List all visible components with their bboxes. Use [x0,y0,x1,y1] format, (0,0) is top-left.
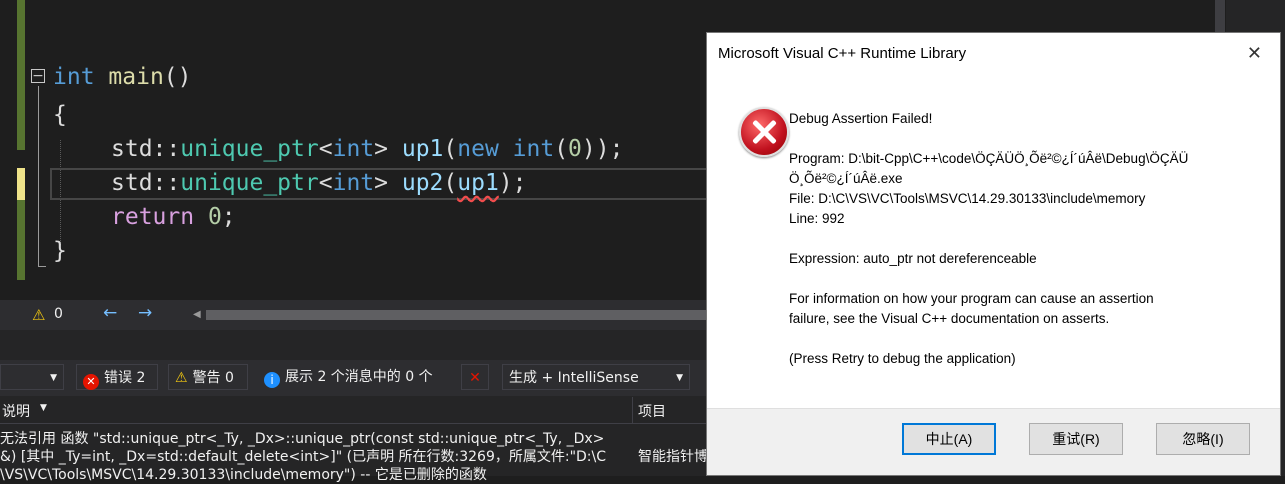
column-project[interactable]: 项目 [638,401,666,421]
keyword: new [457,136,499,162]
code-line-5[interactable]: return 0; [111,200,236,234]
punctuation: ( [554,136,569,162]
punctuation: ; [221,204,236,230]
punctuation: ( [443,136,458,162]
scope-select[interactable]: ▼ [0,364,64,390]
build-source-select[interactable]: 生成 + IntelliSense ▼ [502,364,690,390]
error-row-text[interactable]: 无法引用 函数 "std::unique_ptr<_Ty, _Dx>::uniq… [0,428,604,448]
warning-icon: ⚠ [32,306,46,324]
info-text: For information on how your program can … [789,291,1154,306]
namespace: std:: [111,170,181,196]
chevron-down-icon: ▼ [50,373,57,383]
messages-count-label: 展示 2 个消息中的 0 个 [285,369,433,385]
function-name: main [108,64,164,90]
variable: up1 [401,136,444,162]
build-source-value: 生成 + IntelliSense [509,370,639,386]
error-row-text[interactable]: \VS\VC\Tools\MSVC\14.29.30133\include\me… [0,464,487,484]
number-literal: 0 [568,136,582,162]
filter-clear-icon[interactable]: ✕ [461,364,489,390]
number-literal: 0 [194,204,222,230]
keyword: int [53,64,95,90]
runtime-error-dialog: Microsoft Visual C++ Runtime Library ✕ D… [706,32,1281,476]
keyword: int [332,136,375,162]
punctuation: ( [443,170,458,196]
column-description[interactable]: 说明 [2,401,30,421]
close-icon[interactable]: ✕ [1247,43,1262,64]
warning-count[interactable]: 0 [54,306,63,322]
errors-filter-button[interactable]: ✕ 错误 2 [76,364,158,390]
punctuation: > [374,170,402,196]
brace: } [53,238,67,264]
retry-hint: (Press Retry to debug the application) [789,351,1016,366]
horizontal-scrollbar[interactable] [206,310,706,320]
warnings-filter-button[interactable]: ⚠ 警告 0 [168,364,248,390]
info-text-cont: failure, see the Visual C++ documentatio… [789,311,1110,326]
change-marker-saved [17,0,25,150]
chevron-down-icon: ▼ [676,373,683,383]
abort-button[interactable]: 中止(A) [902,423,996,455]
type-name: unique_ptr [180,170,319,196]
error-squiggle-variable[interactable]: up1 [457,170,499,196]
file-path: File: D:\C\VS\VC\Tools\MSVC\14.29.30133\… [789,191,1146,206]
keyword: return [111,204,195,230]
fold-line [38,86,39,266]
warning-icon: ⚠ [175,370,188,386]
punctuation: > [374,136,402,162]
code-line-1[interactable]: int main() [53,60,192,94]
navigate-forward-icon[interactable]: → [138,303,152,323]
error-icon: ✕ [83,374,99,390]
punctuation: < [318,170,333,196]
program-path-cont: Ö¸Õë²©¿Í´úÂë.exe [789,171,903,186]
info-icon: i [264,372,280,388]
keyword: int [498,136,555,162]
expression-text: Expression: auto_ptr not dereferenceable [789,251,1037,266]
punctuation: ); [498,170,527,196]
error-icon [739,107,789,157]
dialog-title: Microsoft Visual C++ Runtime Library [718,45,967,62]
ignore-button[interactable]: 忽略(I) [1156,423,1250,455]
sort-icon[interactable]: ▼ [40,403,47,413]
dialog-button-bar: 中止(A) 重试(R) 忽略(I) [707,408,1280,475]
change-marker-unsaved [17,168,25,200]
namespace: std:: [111,136,181,162]
messages-filter-button[interactable]: i 展示 2 个消息中的 0 个 [258,364,452,390]
fold-line-end [38,266,46,267]
warnings-count-label: 警告 0 [192,370,234,386]
retry-button[interactable]: 重试(R) [1029,423,1123,455]
change-marker-saved [17,200,25,280]
code-line-4[interactable]: std::unique_ptr<int> up2(up1); [111,166,527,200]
error-row-text[interactable]: &) [其中 _Ty=int, _Dx=std::default_delete<… [0,446,606,466]
navigate-back-icon[interactable]: ← [103,303,117,323]
variable: up2 [401,170,444,196]
punctuation: () [163,64,192,90]
fold-toggle-icon[interactable]: − [31,69,45,83]
assertion-heading: Debug Assertion Failed! [789,111,933,126]
brace: { [53,102,67,128]
scroll-left-icon[interactable]: ◀ [193,309,201,320]
punctuation: )); [581,136,624,162]
code-line-2[interactable]: { [53,98,67,132]
keyword: int [332,170,375,196]
punctuation: < [318,136,333,162]
code-line-3[interactable]: std::unique_ptr<int> up1(new int(0)); [111,132,623,166]
line-number: Line: 992 [789,211,845,226]
type-name: unique_ptr [180,136,319,162]
column-divider [632,397,633,423]
error-list-header: 说明 ▼ 项目 [0,397,710,424]
error-row-project[interactable]: 智能指针博 [638,446,708,466]
code-line-6[interactable]: } [53,234,67,268]
errors-count-label: 错误 2 [104,370,146,386]
program-path: Program: D:\bit-Cpp\C++\code\ÖÇÄÜÖ¸Õë²©¿… [789,151,1189,166]
